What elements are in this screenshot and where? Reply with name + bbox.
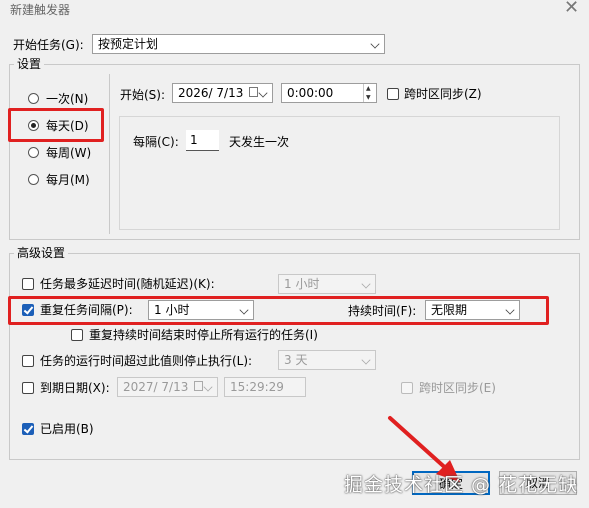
radio-monthly[interactable] — [28, 174, 39, 185]
settings-group-title: 设置 — [14, 57, 45, 71]
duration-label: 持续时间(F): — [348, 304, 417, 318]
duration-value: 无限期 — [431, 303, 468, 317]
calendar-icon — [194, 381, 203, 391]
window-title: 新建触发器 — [10, 3, 71, 17]
duration-select[interactable]: 无限期 — [425, 300, 520, 320]
chevron-down-icon — [370, 39, 380, 49]
delay-value: 1 小时 — [284, 277, 320, 291]
settings-divider — [109, 74, 110, 234]
spinner-icon[interactable]: ▲ ▼ — [363, 84, 376, 102]
repeat-checkbox[interactable] — [22, 304, 34, 316]
chevron-down-icon — [258, 88, 268, 98]
watermark: 掘金技术社区 @ 花花无缺 — [344, 474, 579, 496]
chevron-down-icon — [239, 305, 249, 315]
radio-once[interactable] — [28, 93, 39, 104]
start-label: 开始(S): — [120, 88, 166, 102]
expire-time-input[interactable]: 15:29:29 — [224, 377, 306, 397]
delay-label: 任务最多延迟时间(随机延迟)(K): — [40, 277, 215, 291]
advanced-group-title: 高级设置 — [14, 246, 69, 260]
enabled-checkbox[interactable] — [22, 423, 34, 435]
enabled-label: 已启用(B) — [40, 422, 94, 436]
radio-monthly-label: 每月(M) — [46, 173, 90, 187]
recur-suffix: 天发生一次 — [229, 135, 290, 149]
start-time-value: 0:00:00 — [287, 86, 334, 100]
radio-weekly[interactable] — [28, 147, 39, 158]
radio-daily[interactable] — [28, 120, 39, 131]
calendar-icon — [249, 87, 258, 97]
expire-time-value: 15:29:29 — [230, 380, 284, 394]
chevron-down-icon — [203, 382, 213, 392]
stop-if-longer-value: 3 天 — [284, 353, 308, 367]
stop-if-longer-label: 任务的运行时间超过此值则停止执行(L): — [40, 354, 253, 368]
stop-if-longer-select[interactable]: 3 天 — [278, 350, 376, 370]
chevron-down-icon — [505, 305, 515, 315]
close-icon[interactable]: ✕ — [564, 0, 579, 18]
expire-sync-checkbox[interactable] — [401, 382, 413, 394]
recur-days-input[interactable]: 1 — [186, 130, 219, 151]
start-task-label: 开始任务(G): — [13, 38, 84, 52]
radio-daily-label: 每天(D) — [46, 119, 89, 133]
expire-label: 到期日期(X): — [40, 381, 110, 395]
delay-checkbox[interactable] — [22, 278, 34, 290]
start-task-value: 按预定计划 — [98, 37, 159, 51]
expire-date-value: 2027/ 7/13 — [123, 380, 189, 394]
delay-select[interactable]: 1 小时 — [278, 274, 376, 294]
expire-checkbox[interactable] — [22, 382, 34, 394]
chevron-down-icon — [361, 279, 371, 289]
repeat-interval-select[interactable]: 1 小时 — [148, 300, 254, 320]
stop-at-end-checkbox[interactable] — [71, 329, 83, 341]
stop-if-longer-checkbox[interactable] — [22, 355, 34, 367]
start-date-value: 2026/ 7/13 — [178, 86, 244, 100]
start-time-input[interactable]: 0:00:00 ▲ ▼ — [281, 83, 377, 103]
sync-timezone-label: 跨时区同步(Z) — [404, 87, 482, 101]
start-task-select[interactable]: 按预定计划 — [92, 34, 385, 54]
expire-date-picker[interactable]: 2027/ 7/13 — [117, 377, 218, 397]
expire-sync-label: 跨时区同步(E) — [419, 381, 496, 395]
radio-once-label: 一次(N) — [46, 92, 89, 106]
chevron-down-icon — [361, 355, 371, 365]
recur-label: 每隔(C): — [133, 135, 179, 149]
repeat-interval-value: 1 小时 — [154, 303, 190, 317]
radio-weekly-label: 每周(W) — [46, 146, 92, 160]
stop-at-end-label: 重复持续时间结束时停止所有运行的任务(I) — [89, 328, 318, 342]
sync-timezone-checkbox[interactable] — [387, 88, 399, 100]
repeat-label: 重复任务间隔(P): — [40, 303, 133, 317]
title-bar — [0, 0, 589, 30]
start-date-picker[interactable]: 2026/ 7/13 — [172, 83, 273, 103]
